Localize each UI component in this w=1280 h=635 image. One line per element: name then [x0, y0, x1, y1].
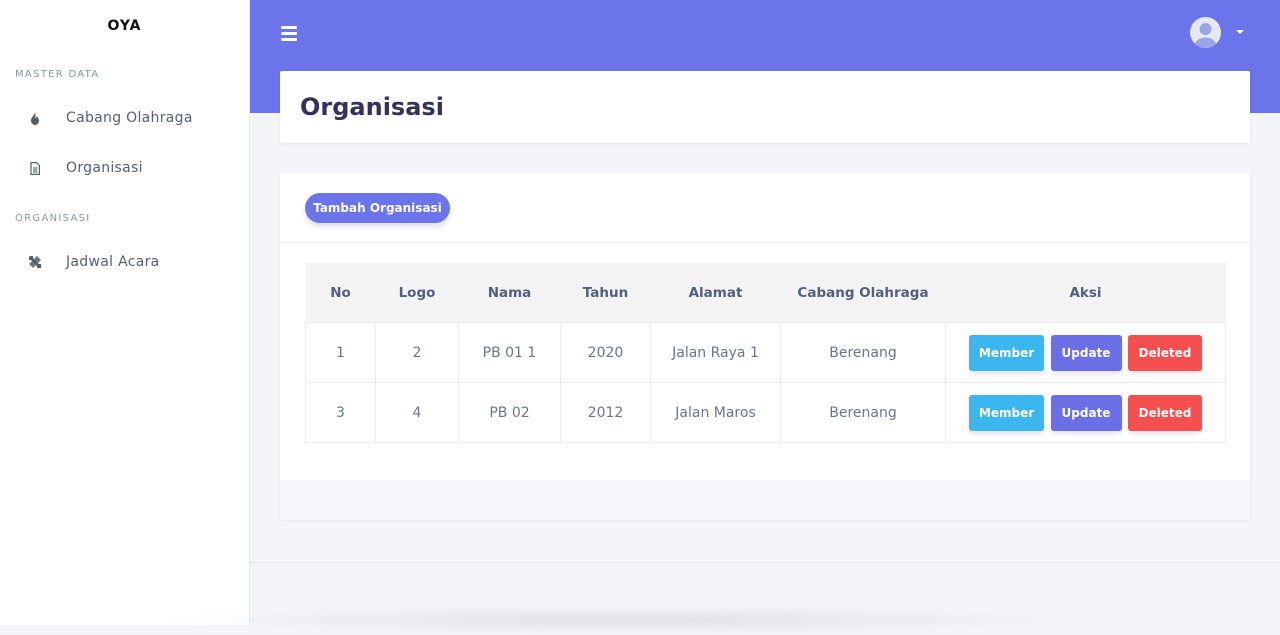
table-header-row: No Logo Nama Tahun Alamat Cabang Olahrag… — [305, 263, 1226, 323]
cell-alamat: Jalan Raya 1 — [650, 322, 781, 383]
member-button[interactable]: Member — [969, 334, 1045, 371]
content-card: Tambah Organisasi No Logo Nama Tahun Ala… — [280, 173, 1250, 520]
cell-tahun: 2012 — [560, 382, 651, 443]
member-button[interactable]: Member — [969, 394, 1045, 431]
hamburger-icon[interactable] — [281, 26, 297, 41]
cell-aksi: Member Update Deleted — [945, 382, 1226, 443]
cell-aksi: Member Update Deleted — [945, 322, 1226, 383]
sidebar-item-jadwal-acara[interactable]: Jadwal Acara — [0, 242, 249, 282]
caret-down-icon[interactable] — [1236, 30, 1244, 34]
footer-divider — [250, 562, 1280, 563]
cell-no: 3 — [305, 382, 376, 443]
tools-icon — [27, 254, 43, 270]
sidebar: OYA MASTER DATA Cabang Olahraga Organisa… — [0, 0, 249, 625]
user-avatar-icon[interactable] — [1190, 17, 1221, 48]
cell-logo: 2 — [375, 322, 459, 383]
delete-button[interactable]: Deleted — [1127, 394, 1202, 431]
cell-alamat: Jalan Maros — [650, 382, 781, 443]
cell-nama: PB 02 — [458, 382, 561, 443]
sidebar-item-label: Cabang Olahraga — [66, 110, 193, 126]
sidebar-section-master-data: MASTER DATA — [15, 69, 100, 80]
cell-no: 1 — [305, 322, 376, 383]
bottom-shadow — [150, 605, 1110, 635]
cell-cabang: Berenang — [780, 382, 946, 443]
brand-logo[interactable]: OYA — [0, 18, 249, 34]
sidebar-item-label: Jadwal Acara — [66, 254, 160, 270]
cell-nama: PB 01 1 — [458, 322, 561, 383]
column-header-alamat: Alamat — [650, 263, 781, 323]
card-header: Tambah Organisasi — [280, 173, 1250, 243]
page-header-card: Organisasi — [280, 71, 1250, 143]
cell-tahun: 2020 — [560, 322, 651, 383]
update-button[interactable]: Update — [1050, 394, 1122, 431]
update-button[interactable]: Update — [1050, 334, 1122, 371]
delete-button[interactable]: Deleted — [1127, 334, 1202, 371]
column-header-tahun: Tahun — [560, 263, 651, 323]
document-icon — [27, 160, 43, 176]
sidebar-item-organisasi[interactable]: Organisasi — [0, 148, 249, 188]
column-header-nama: Nama — [458, 263, 561, 323]
fire-icon — [27, 110, 43, 126]
sidebar-item-cabang-olahraga[interactable]: Cabang Olahraga — [0, 98, 249, 138]
sidebar-section-organisasi: ORGANISASI — [15, 213, 91, 224]
column-header-no: No — [305, 263, 376, 323]
column-header-aksi: Aksi — [945, 263, 1226, 323]
card-footer — [280, 480, 1250, 520]
cell-logo: 4 — [375, 382, 459, 443]
add-organisasi-button[interactable]: Tambah Organisasi — [305, 193, 450, 223]
table-row: 1 2 PB 01 1 2020 Jalan Raya 1 Berenang M… — [305, 322, 1226, 383]
page-title: Organisasi — [300, 93, 444, 121]
organisasi-table: No Logo Nama Tahun Alamat Cabang Olahrag… — [305, 263, 1226, 443]
table-row: 3 4 PB 02 2012 Jalan Maros Berenang Memb… — [305, 382, 1226, 443]
sidebar-item-label: Organisasi — [66, 160, 143, 176]
column-header-logo: Logo — [375, 263, 459, 323]
cell-cabang: Berenang — [780, 322, 946, 383]
column-header-cabang: Cabang Olahraga — [780, 263, 946, 323]
